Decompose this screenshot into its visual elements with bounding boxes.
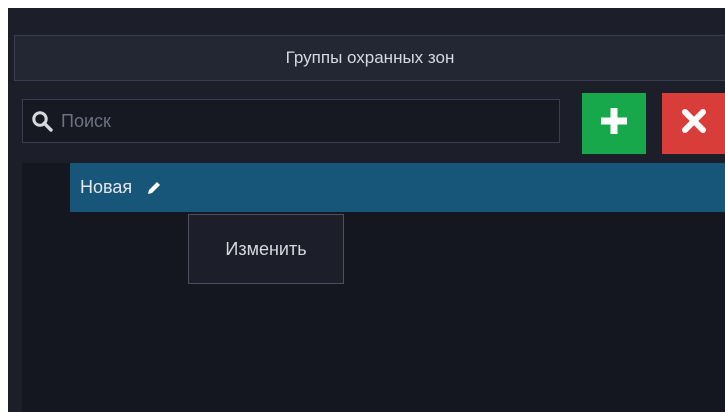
search-box[interactable] <box>22 99 560 143</box>
pencil-icon[interactable] <box>144 178 164 198</box>
plus-icon <box>597 104 631 143</box>
delete-group-button[interactable] <box>662 93 725 154</box>
panel-title: Группы охранных зон <box>14 35 725 81</box>
list-item[interactable]: Новая <box>70 163 725 212</box>
close-icon <box>678 105 710 142</box>
panel-title-text: Группы охранных зон <box>285 48 455 67</box>
context-menu-item-edit[interactable]: Изменить <box>225 239 306 260</box>
add-group-button[interactable] <box>582 93 646 154</box>
list-item-label: Новая <box>80 177 133 197</box>
search-icon <box>30 109 54 133</box>
context-menu: Изменить <box>188 214 344 284</box>
search-input[interactable] <box>54 100 559 142</box>
